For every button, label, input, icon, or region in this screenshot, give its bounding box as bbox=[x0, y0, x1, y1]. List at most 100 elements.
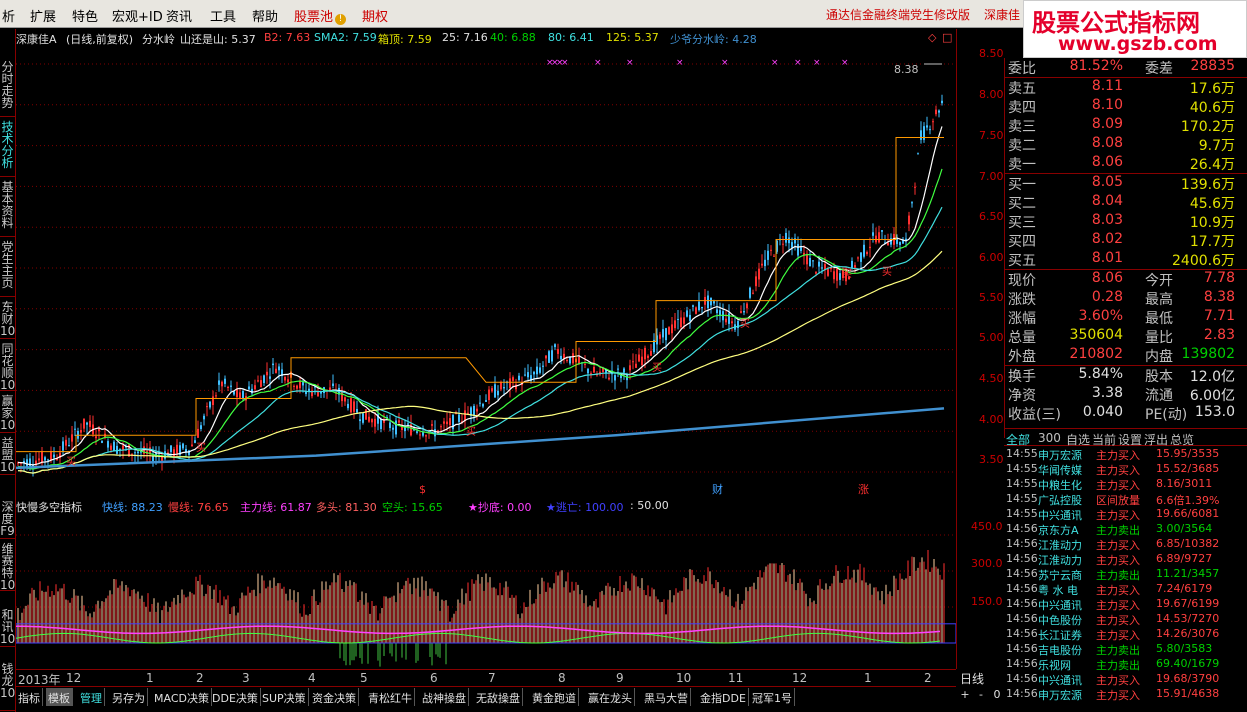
total-volume: 350604 bbox=[1069, 327, 1123, 343]
candle-body bbox=[524, 374, 526, 376]
radar-settings[interactable]: 设置 bbox=[1118, 431, 1142, 448]
ask-row[interactable]: 卖四 8.10 40.6万 bbox=[1005, 97, 1247, 116]
radar-item[interactable]: 14:56 中色股份 主力买入 14.53/7270 bbox=[1004, 612, 1247, 627]
bid-label: 买三 bbox=[1008, 215, 1036, 231]
ask-row[interactable]: 卖五 8.11 17.6万 bbox=[1005, 78, 1247, 97]
tab-fundamentals[interactable]: 基本资料 bbox=[0, 179, 15, 237]
radar-item[interactable]: 14:55 华闻传媒 主力买入 15.52/3685 bbox=[1004, 462, 1247, 477]
tab-hexun[interactable]: 和讯10 bbox=[0, 607, 15, 647]
radar-item[interactable]: 14:56 申万宏源 主力买入 15.91/4638 bbox=[1004, 687, 1247, 702]
maximize-icon[interactable]: □ bbox=[942, 31, 952, 44]
price-chart[interactable]: ×××× × × × × × × × × 8.38 $ 财 涨 买 买 买 买 买 买 买 bbox=[16, 45, 956, 497]
tab-yimeng[interactable]: 益盟10 bbox=[0, 435, 15, 475]
radar-item[interactable]: 14:56 吉电股份 主力卖出 5.80/3583 bbox=[1004, 642, 1247, 657]
tab-save-as[interactable]: 另存为 bbox=[110, 688, 148, 706]
buy-label: 买 bbox=[842, 268, 852, 280]
tab-heima[interactable]: 黑马大营 bbox=[642, 688, 691, 706]
menu-extend[interactable]: 扩展 bbox=[30, 6, 56, 25]
tab-dde[interactable]: DDE决策 bbox=[210, 688, 261, 706]
menu-tools[interactable]: 工具 bbox=[210, 6, 236, 25]
ask-row[interactable]: 卖一 8.06 26.4万 bbox=[1005, 154, 1247, 173]
candle-body bbox=[641, 356, 643, 366]
candle-body bbox=[821, 267, 823, 269]
radar-action: 主力买入 bbox=[1096, 629, 1140, 642]
radar-value: 3.00/3564 bbox=[1156, 522, 1213, 535]
menu-news[interactable]: 资讯 bbox=[166, 6, 192, 25]
radar-item[interactable]: 14:55 广弘控股 区间放量 6.6倍1.39% bbox=[1004, 492, 1247, 507]
tab-template[interactable]: 模板 bbox=[46, 688, 73, 706]
bid-row[interactable]: 买四 8.02 17.7万 bbox=[1005, 231, 1247, 250]
radar-item[interactable]: 14:55 中粮生化 主力买入 8.16/3011 bbox=[1004, 477, 1247, 492]
diamond-icon[interactable]: ◇ bbox=[928, 31, 936, 44]
candle-body bbox=[74, 428, 76, 430]
bid-price: 8.05 bbox=[1091, 174, 1123, 190]
ask-row[interactable]: 卖二 8.08 9.7万 bbox=[1005, 135, 1247, 154]
tab-fund[interactable]: 资金决策 bbox=[310, 688, 359, 706]
radar-item[interactable]: 14:55 申万宏源 主力买入 15.95/3535 bbox=[1004, 447, 1247, 462]
radar-stock: 中粮生化 bbox=[1038, 479, 1082, 492]
radar-stock: 申万宏源 bbox=[1038, 449, 1082, 462]
tab-technical[interactable]: 技术分析 bbox=[0, 119, 15, 177]
radar-tab-current[interactable]: 当前 bbox=[1092, 431, 1116, 448]
radar-item[interactable]: 14:56 苏宁云商 主力卖出 11.21/3457 bbox=[1004, 567, 1247, 582]
radar-time: 14:56 bbox=[1006, 582, 1038, 595]
radar-item[interactable]: 14:56 粤 水 电 主力买入 7.24/6179 bbox=[1004, 582, 1247, 597]
tab-qianlong[interactable]: 钱龙10 bbox=[0, 661, 15, 711]
tab-qingsong[interactable]: 青松红牛 bbox=[366, 688, 415, 706]
tab-homepage[interactable]: 党生主页 bbox=[0, 239, 15, 297]
menu-analysis[interactable]: 析 bbox=[2, 6, 15, 25]
candle-body bbox=[242, 390, 244, 399]
radar-item[interactable]: 14:56 中兴通讯 主力买入 19.68/3790 bbox=[1004, 672, 1247, 687]
radar-item[interactable]: 14:56 长江证券 主力买入 14.26/3076 bbox=[1004, 627, 1247, 642]
radar-item[interactable]: 14:56 京东方A 主力卖出 3.00/3564 bbox=[1004, 522, 1247, 537]
radar-overview[interactable]: 总览 bbox=[1170, 431, 1194, 448]
tab-weisaite[interactable]: 维赛特10 bbox=[0, 541, 15, 591]
zoom-out-button[interactable]: - bbox=[974, 688, 988, 702]
period-label[interactable]: 日线 bbox=[960, 670, 1000, 687]
bid-volume: 2400.6万 bbox=[1172, 253, 1235, 269]
bid-row[interactable]: 买一 8.05 139.6万 bbox=[1005, 174, 1247, 193]
date-label: 8 bbox=[558, 671, 566, 685]
radar-item[interactable]: 14:56 江淮动力 主力买入 6.89/9727 bbox=[1004, 552, 1247, 567]
ask-row[interactable]: 卖三 8.09 170.2万 bbox=[1005, 116, 1247, 135]
tab-dongcai[interactable]: 东财10 bbox=[0, 299, 15, 339]
tab-zhanshen[interactable]: 战神操盘 bbox=[420, 688, 469, 706]
bid-row[interactable]: 买五 8.01 2400.6万 bbox=[1005, 250, 1247, 269]
radar-value: 7.24/6179 bbox=[1156, 582, 1213, 595]
tab-yingjia[interactable]: 赢家10 bbox=[0, 393, 15, 433]
tab-macd[interactable]: MACD决策 bbox=[152, 688, 212, 706]
candle-body bbox=[479, 402, 481, 404]
radar-item[interactable]: 14:56 江淮动力 主力买入 6.85/10382 bbox=[1004, 537, 1247, 552]
stock-pool-button[interactable]: 股票池! bbox=[294, 3, 354, 25]
candle-body bbox=[725, 318, 727, 323]
tab-timeshare[interactable]: 分时走势 bbox=[0, 59, 15, 117]
tab-sup[interactable]: SUP决策 bbox=[260, 688, 309, 706]
tab-tonghuashun[interactable]: 同花顺10 bbox=[0, 341, 15, 391]
radar-float[interactable]: 浮出 bbox=[1144, 431, 1168, 448]
tab-manage[interactable]: 管理 bbox=[78, 688, 105, 706]
bid-row[interactable]: 买二 8.04 45.6万 bbox=[1005, 193, 1247, 212]
radar-value: 6.6倍1.39% bbox=[1156, 494, 1220, 507]
tab-guanjun[interactable]: 冠军1号 bbox=[750, 688, 795, 706]
menu-macro[interactable]: 宏观+ID bbox=[112, 6, 163, 25]
radar-item[interactable]: 14:56 中兴通讯 主力买入 19.67/6199 bbox=[1004, 597, 1247, 612]
reset-button[interactable]: 0 bbox=[990, 688, 1004, 702]
tab-longtou[interactable]: 赢在龙头 bbox=[586, 688, 635, 706]
candle-body bbox=[260, 380, 262, 388]
radar-tab-watchlist[interactable]: 自选 bbox=[1066, 431, 1090, 448]
radar-tab-all[interactable]: 全部 bbox=[1006, 431, 1030, 448]
zoom-in-button[interactable]: + bbox=[958, 688, 972, 702]
menu-help[interactable]: 帮助 bbox=[252, 6, 278, 25]
tab-indicator[interactable]: 指标 bbox=[16, 688, 43, 706]
tab-wudi[interactable]: 无敌操盘 bbox=[474, 688, 523, 706]
bid-row[interactable]: 买三 8.03 10.9万 bbox=[1005, 212, 1247, 231]
tab-jinzhi[interactable]: 金指DDE bbox=[698, 688, 749, 706]
tab-f9[interactable]: 深度F9 bbox=[0, 499, 15, 539]
tab-huangjin[interactable]: 黄金跑道 bbox=[530, 688, 579, 706]
radar-item[interactable]: 14:56 乐视网 主力卖出 69.40/1679 bbox=[1004, 657, 1247, 672]
menu-feature[interactable]: 特色 bbox=[72, 6, 98, 25]
options-button[interactable]: 期权 bbox=[362, 3, 394, 25]
radar-tab-300[interactable]: 300 bbox=[1038, 431, 1061, 445]
radar-item[interactable]: 14:55 中兴通讯 主力买入 19.66/6081 bbox=[1004, 507, 1247, 522]
indicator-chart[interactable] bbox=[16, 513, 956, 669]
